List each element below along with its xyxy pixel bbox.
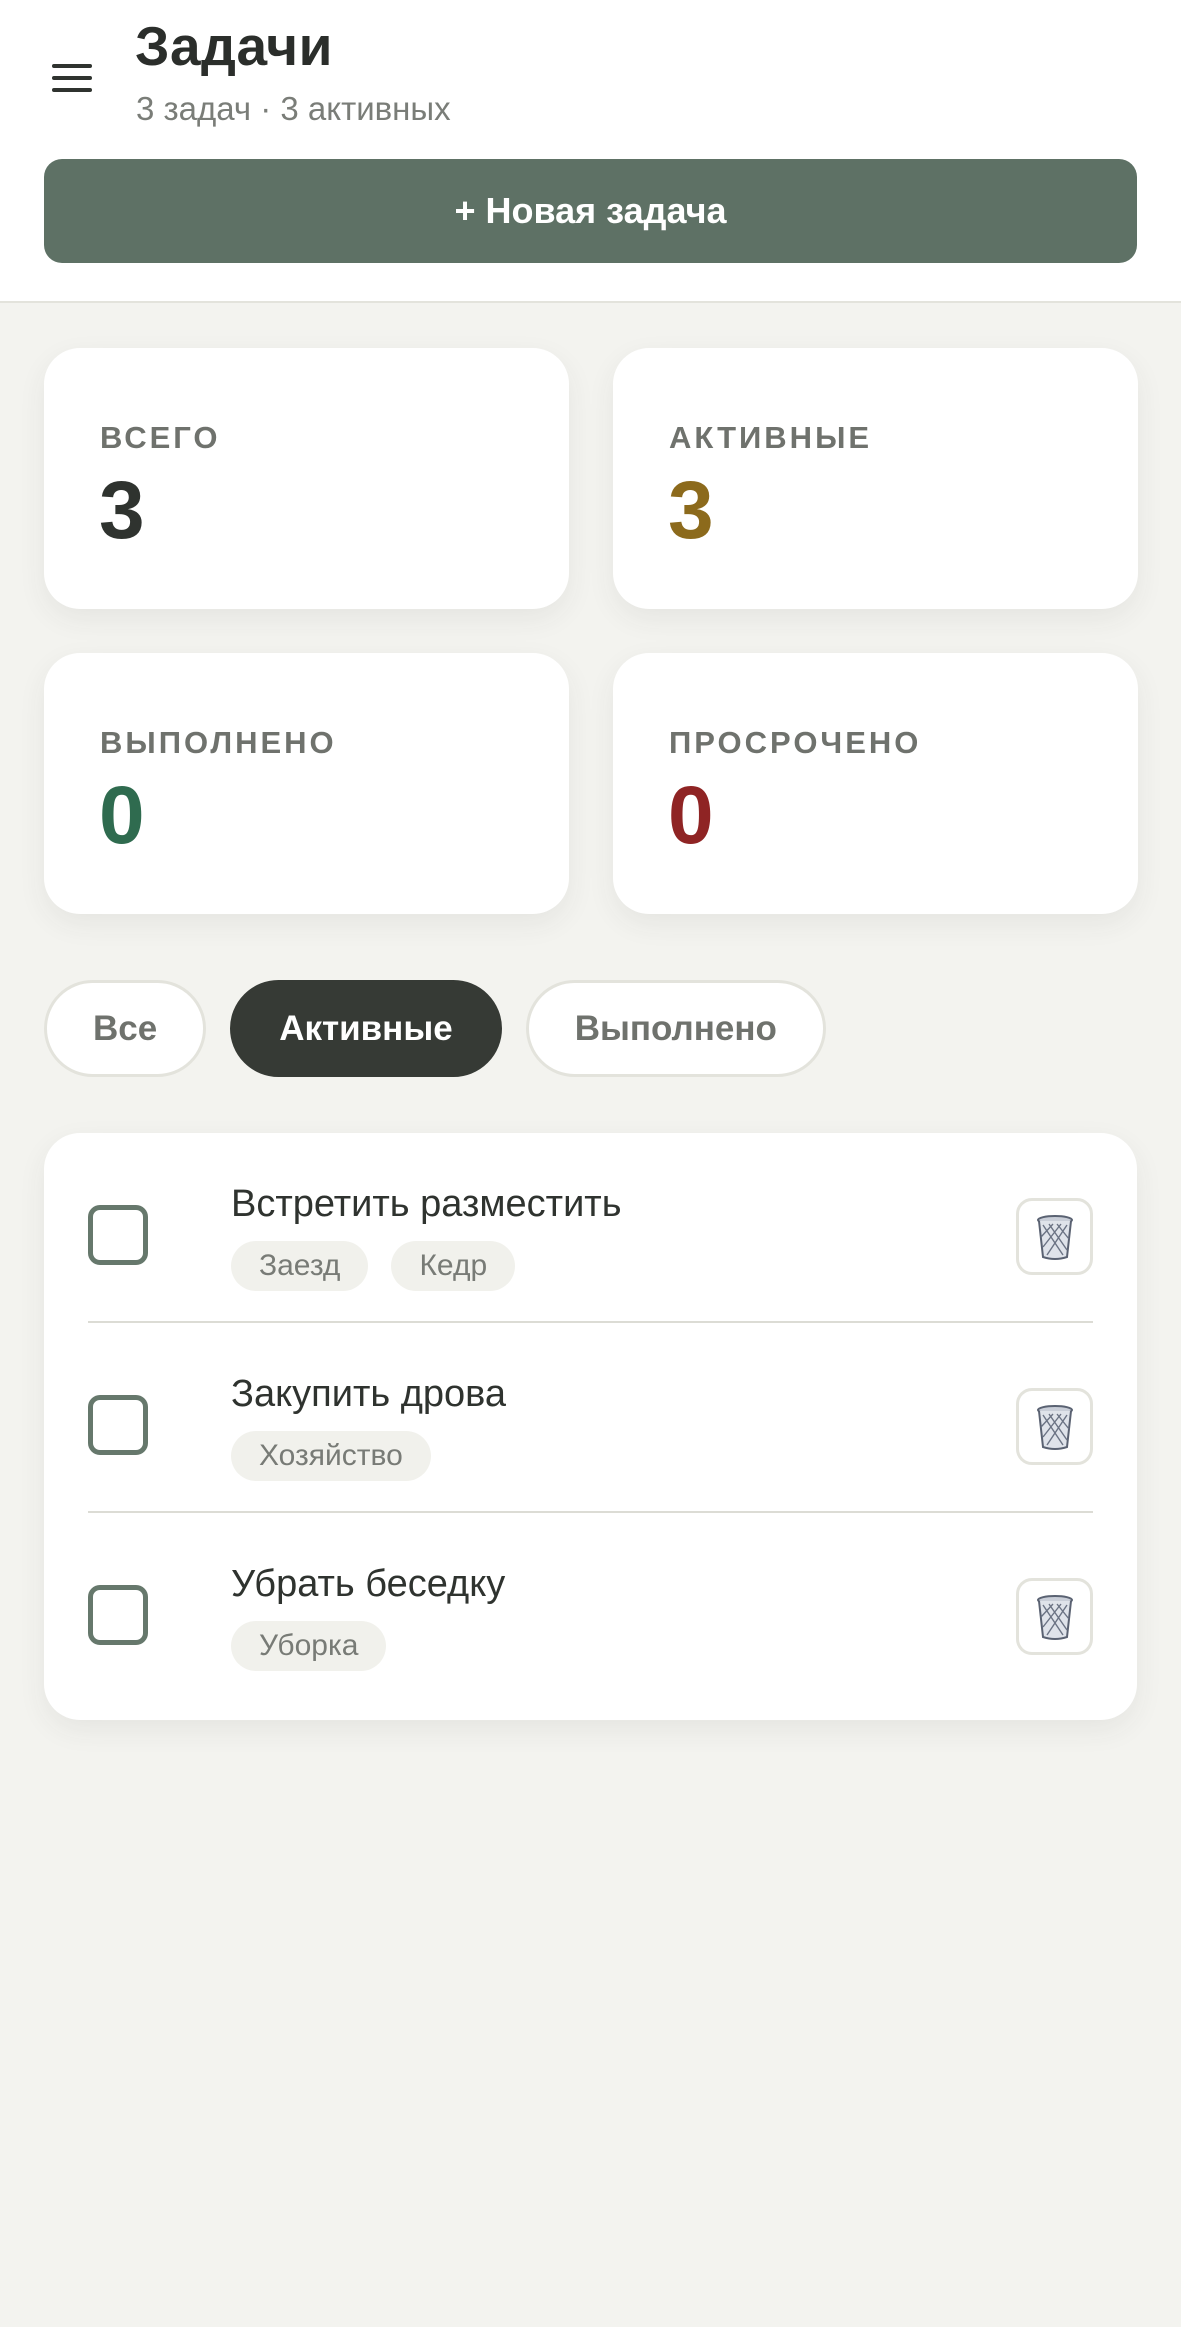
stat-value: 3	[668, 465, 714, 556]
filter-active[interactable]: Активные	[230, 980, 502, 1077]
stat-value: 0	[668, 770, 714, 861]
task-tag: Уборка	[231, 1621, 387, 1671]
task-list: Встретить разместить Заезд Кедр Закупить…	[44, 1133, 1137, 1720]
trash-icon	[1036, 1404, 1073, 1450]
task-checkbox[interactable]	[88, 1205, 148, 1265]
task-checkbox[interactable]	[88, 1585, 148, 1645]
stat-value: 3	[99, 465, 145, 556]
task-tags: Заезд Кедр	[231, 1241, 516, 1291]
filter-done[interactable]: Выполнено	[525, 980, 826, 1077]
filter-all[interactable]: Все	[44, 980, 207, 1077]
stat-card-done: ВЫПОЛНЕНО 0	[44, 653, 569, 914]
delete-task-button[interactable]	[1016, 1198, 1093, 1275]
stat-card-overdue: ПРОСРОЧЕНО 0	[613, 653, 1138, 914]
new-task-button[interactable]: + Новая задача	[44, 159, 1137, 263]
filter-tabs: Все Активные Выполнено	[44, 980, 826, 1077]
task-tag: Хозяйство	[231, 1431, 431, 1481]
delete-task-button[interactable]	[1016, 1578, 1093, 1655]
stat-label: ВЫПОЛНЕНО	[100, 725, 337, 760]
task-title: Встретить разместить	[231, 1183, 622, 1225]
delete-task-button[interactable]	[1016, 1388, 1093, 1465]
trash-icon	[1036, 1594, 1073, 1640]
task-title: Закупить дрова	[231, 1373, 507, 1415]
task-tags: Хозяйство	[231, 1431, 431, 1481]
task-row: Встретить разместить Заезд Кедр	[88, 1133, 1093, 1323]
stat-card-total: ВСЕГО 3	[44, 348, 569, 609]
hamburger-icon	[52, 64, 92, 68]
page-subtitle: 3 задач · 3 активных	[136, 90, 451, 127]
stat-label: ВСЕГО	[100, 420, 221, 455]
task-tags: Уборка	[231, 1621, 387, 1671]
task-tag: Заезд	[231, 1241, 369, 1291]
stat-label: АКТИВНЫЕ	[669, 420, 873, 455]
stat-label: ПРОСРОЧЕНО	[669, 725, 922, 760]
task-title: Убрать беседку	[231, 1563, 506, 1605]
page-title: Задачи	[135, 15, 333, 77]
stat-card-active: АКТИВНЫЕ 3	[613, 348, 1138, 609]
menu-button[interactable]	[44, 52, 100, 104]
task-tag: Кедр	[391, 1241, 516, 1291]
trash-icon	[1036, 1214, 1073, 1260]
task-checkbox[interactable]	[88, 1395, 148, 1455]
task-row: Закупить дрова Хозяйство	[88, 1323, 1093, 1513]
stat-value: 0	[99, 770, 145, 861]
app-header: Задачи 3 задач · 3 активных + Новая зада…	[0, 0, 1181, 303]
task-row: Убрать беседку Уборка	[88, 1513, 1093, 1703]
